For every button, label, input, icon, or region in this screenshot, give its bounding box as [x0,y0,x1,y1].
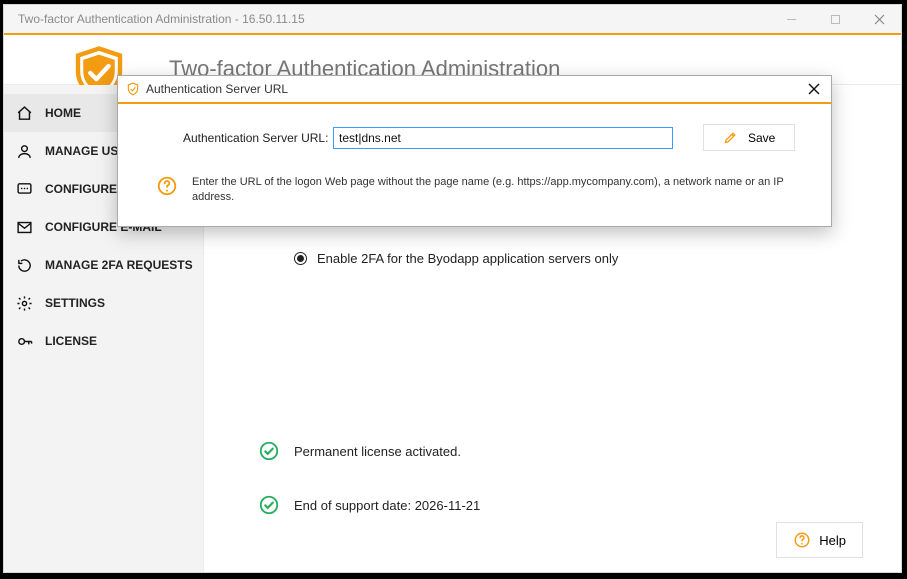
shield-icon [126,82,140,96]
sidebar-item-license[interactable]: LICENSE [4,322,203,360]
help-label: Help [819,533,846,548]
help-icon [793,531,811,549]
maximize-button[interactable] [813,5,857,33]
mail-icon [16,219,33,236]
dialog-hint: Enter the URL of the logon Web page with… [192,175,786,205]
key-icon [16,333,33,350]
save-label: Save [748,131,775,145]
save-button[interactable]: Save [703,124,795,151]
dialog-close-button[interactable] [797,76,831,102]
home-icon [16,105,33,122]
sidebar-item-label: HOME [45,106,81,120]
sidebar-item-label: LICENSE [45,334,97,348]
support-status-card: End of support date: 2026-11-21 [244,484,861,526]
window-titlebar: Two-factor Authentication Administration… [4,5,901,33]
sidebar-item-manage-requests[interactable]: MANAGE 2FA REQUESTS [4,246,203,284]
enable-2fa-radio[interactable]: Enable 2FA for the Byodapp application s… [244,241,861,276]
window-title: Two-factor Authentication Administration… [18,12,305,26]
dialog-title: Authentication Server URL [146,82,288,96]
close-button[interactable] [857,5,901,33]
sidebar-item-label: MANAGE 2FA REQUESTS [45,258,193,272]
minimize-button[interactable] [769,5,813,33]
radio-label: Enable 2FA for the Byodapp application s… [317,251,618,266]
refresh-icon [16,257,33,274]
sms-icon [16,181,33,198]
help-button[interactable]: Help [776,522,863,558]
license-status-card: Permanent license activated. [244,430,861,472]
check-circle-icon [258,440,280,462]
sidebar-item-label: SETTINGS [45,296,105,310]
auth-url-dialog: Authentication Server URL Authentication… [117,75,832,227]
help-icon [156,175,178,197]
sidebar-item-settings[interactable]: SETTINGS [4,284,203,322]
status-text: Permanent license activated. [294,444,461,459]
auth-url-input[interactable] [333,127,673,149]
gear-icon [16,295,33,312]
status-text: End of support date: 2026-11-21 [294,498,480,513]
check-circle-icon [258,494,280,516]
radio-selected-icon [294,252,307,265]
auth-url-label: Authentication Server URL: [138,131,333,145]
user-icon [16,143,33,160]
pencil-icon [723,130,738,145]
close-icon [808,83,820,95]
